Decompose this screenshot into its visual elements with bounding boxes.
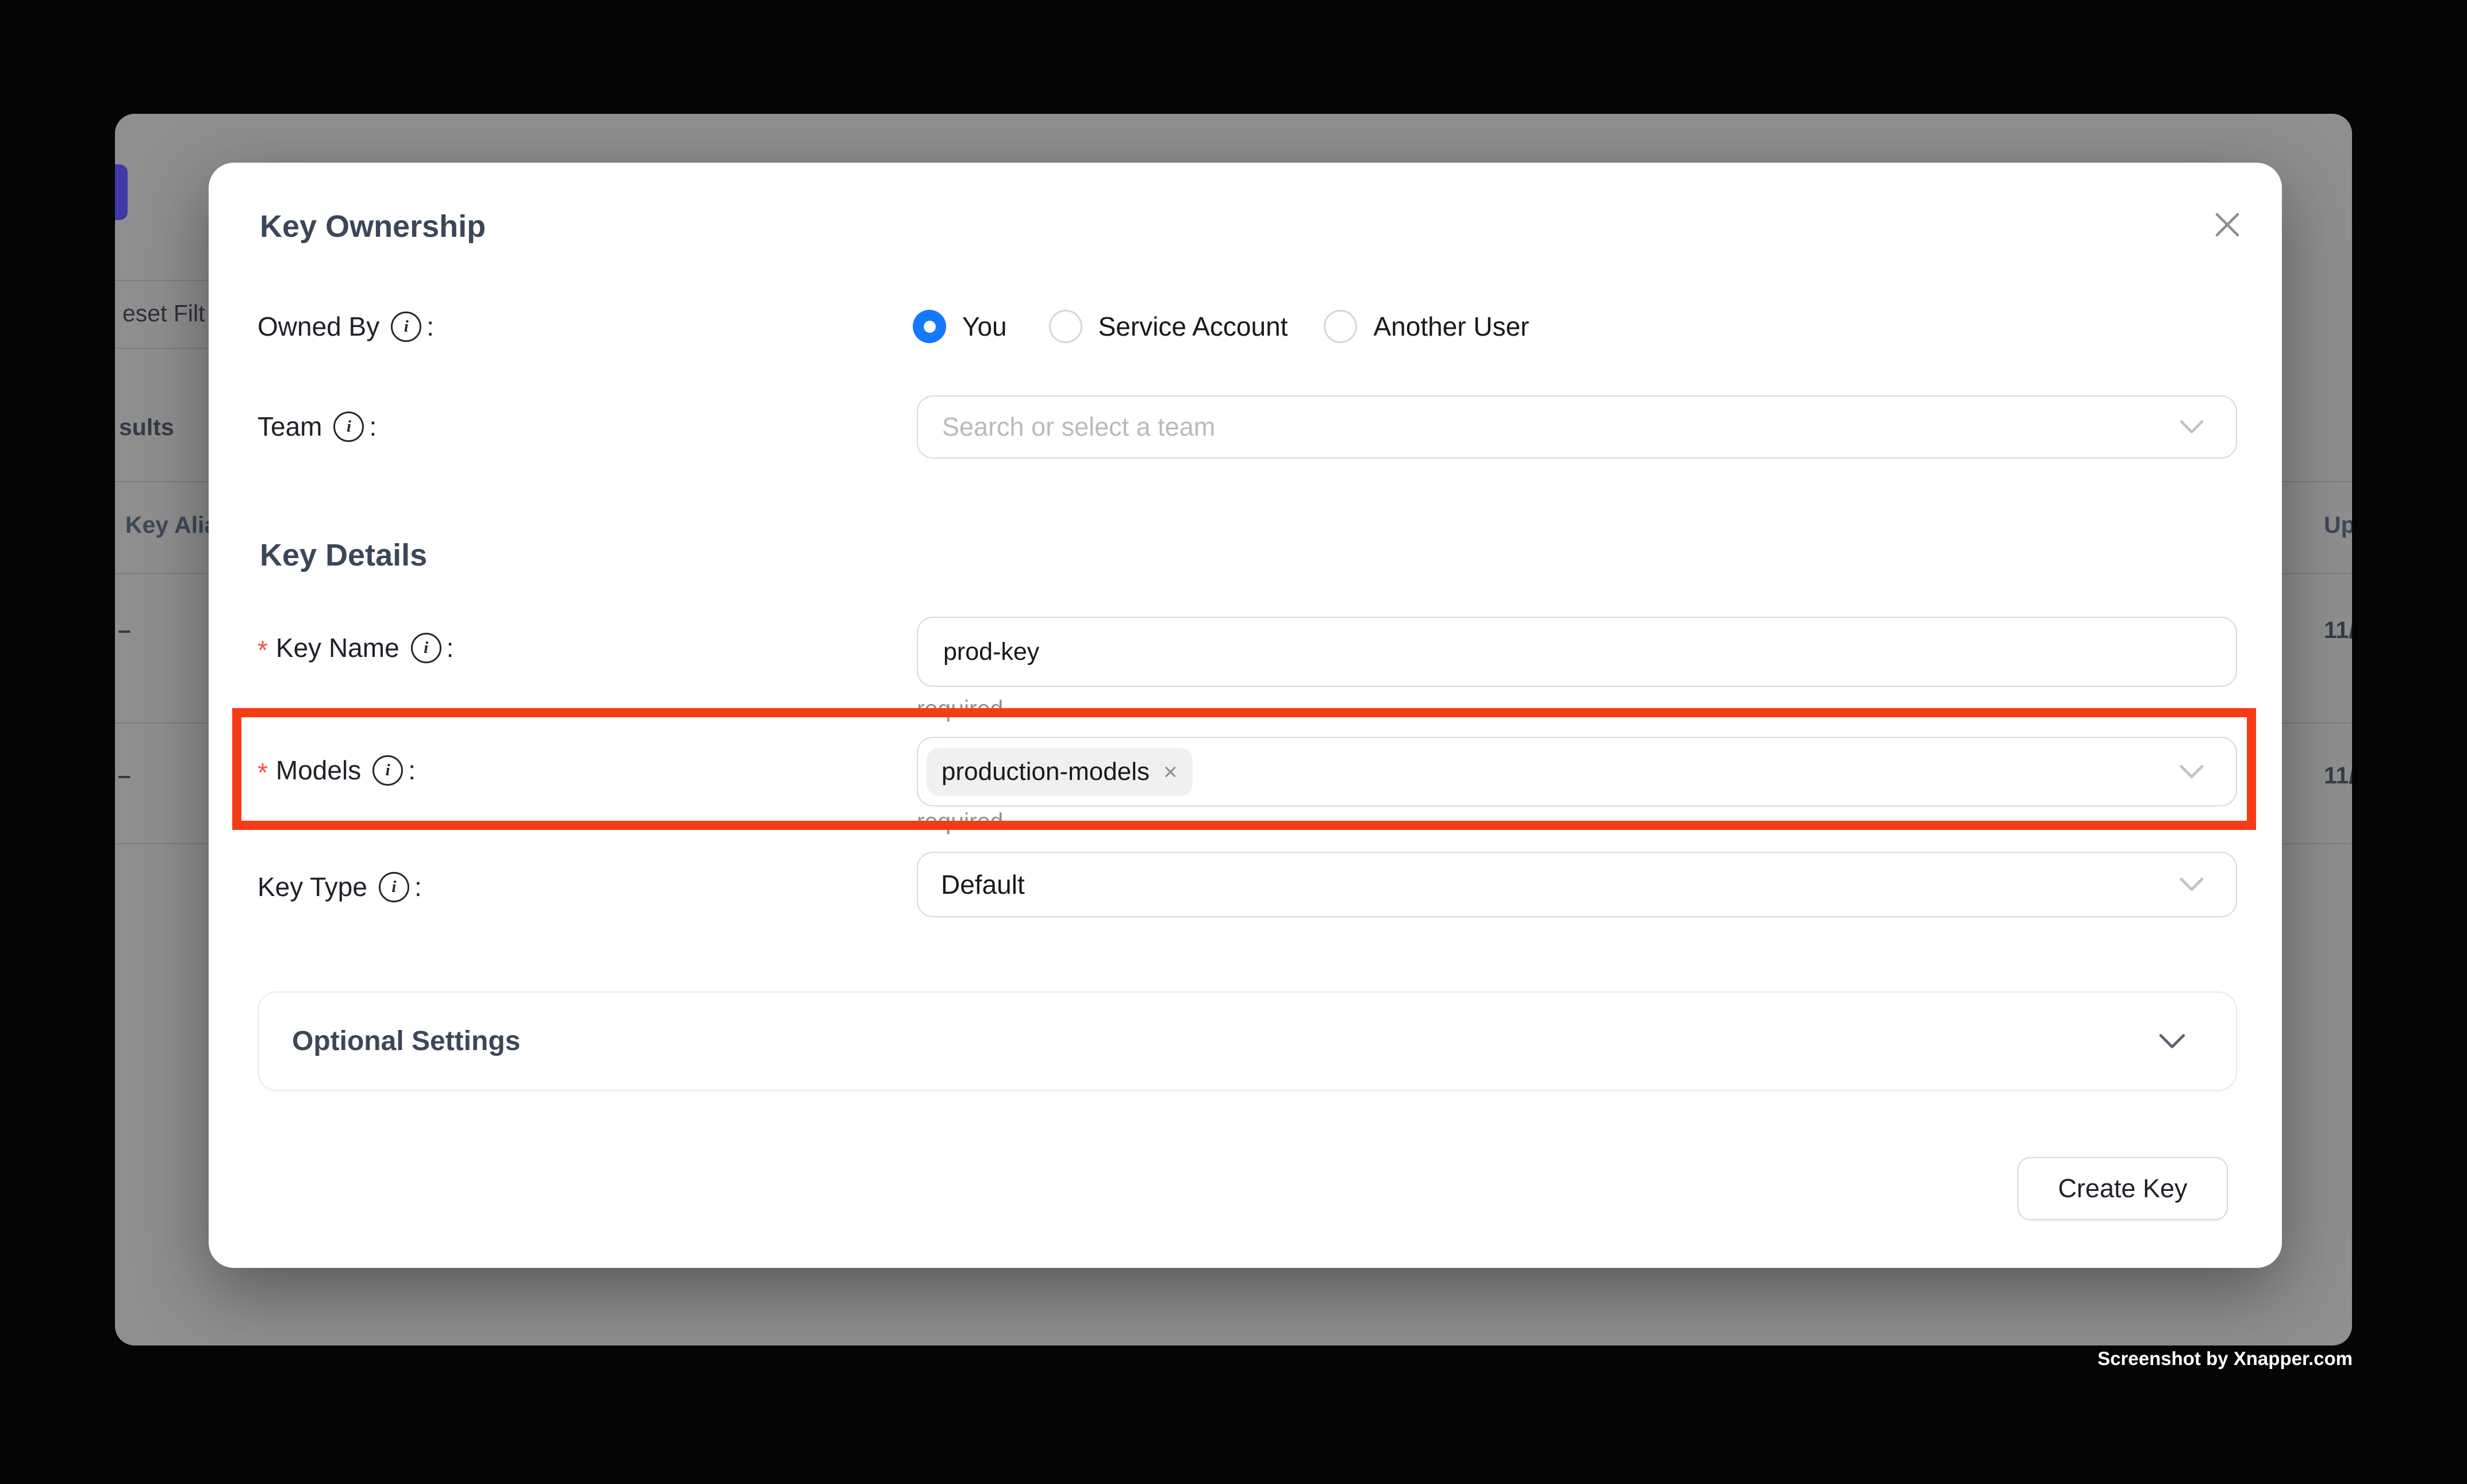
table-divider: [115, 348, 216, 349]
info-icon: i: [379, 872, 409, 902]
info-icon: i: [372, 755, 403, 786]
selected-model-tag: production-models ×: [927, 748, 1193, 796]
close-icon: [2214, 211, 2241, 239]
key-name-required-error: required: [917, 695, 1003, 722]
screenshot-stage: eset Filt sults Key Alia Up – 11/ – 11/ …: [0, 0, 2467, 1484]
chevron-down-icon: [2159, 1033, 2185, 1049]
table-cell-date: 11/: [2324, 760, 2352, 790]
table-cell-alias: –: [118, 760, 131, 790]
key-name-input[interactable]: prod-key: [917, 617, 2237, 687]
key-alias-column-header-partial: Key Alia: [125, 510, 217, 540]
xnapper-watermark: Screenshot by Xnapper.com: [2097, 1348, 2353, 1370]
info-icon: i: [411, 633, 441, 663]
results-count-partial: sults: [119, 412, 174, 442]
key-type-select[interactable]: Default: [917, 852, 2237, 917]
table-cell-date: 11/: [2324, 615, 2352, 645]
model-tag-label: production-models: [942, 758, 1150, 786]
radio-you[interactable]: You: [913, 310, 1007, 343]
create-key-button-fragment: [115, 164, 128, 220]
create-key-modal: Key Ownership Owned By i : You Service A…: [209, 163, 2282, 1268]
info-icon: i: [391, 312, 421, 342]
team-label: Team i :: [258, 408, 376, 445]
key-name-value: prod-key: [943, 638, 1039, 666]
team-select[interactable]: Search or select a team: [917, 395, 2237, 459]
key-type-value: Default: [941, 869, 1025, 900]
owned-by-label: Owned By i :: [258, 308, 434, 345]
models-select[interactable]: production-models ×: [917, 737, 2237, 806]
radio-unselected-icon: [1324, 310, 1357, 343]
owned-by-radio-group: You Service Account Another User: [913, 308, 1529, 345]
key-name-label: * Key Name i :: [258, 629, 454, 666]
team-select-placeholder: Search or select a team: [942, 412, 1215, 442]
models-label: * Models i :: [258, 752, 416, 789]
reset-filters-button-partial: eset Filt: [122, 298, 205, 328]
create-key-button[interactable]: Create Key: [2018, 1157, 2228, 1220]
close-button[interactable]: [2210, 207, 2245, 242]
chevron-down-icon: [2180, 764, 2204, 779]
table-cell-alias: –: [118, 615, 131, 645]
chevron-down-icon: [2180, 877, 2204, 892]
radio-selected-icon: [913, 310, 946, 343]
table-divider: [115, 280, 216, 281]
radio-another-user[interactable]: Another User: [1324, 310, 1529, 343]
optional-settings-toggle[interactable]: Optional Settings: [258, 991, 2237, 1091]
optional-settings-label: Optional Settings: [292, 1025, 520, 1057]
radio-service-account[interactable]: Service Account: [1049, 310, 1288, 343]
info-icon: i: [333, 412, 364, 442]
key-type-label: Key Type i :: [258, 868, 422, 905]
radio-unselected-icon: [1049, 310, 1082, 343]
key-details-heading: Key Details: [260, 537, 427, 573]
tag-remove-icon[interactable]: ×: [1163, 758, 1178, 786]
updated-column-header-partial: Up: [2324, 510, 2352, 540]
required-asterisk: *: [258, 757, 268, 788]
models-required-error: required: [917, 808, 1003, 835]
chevron-down-icon: [2180, 420, 2204, 435]
modal-title: Key Ownership: [260, 209, 486, 244]
required-asterisk: *: [258, 635, 268, 666]
